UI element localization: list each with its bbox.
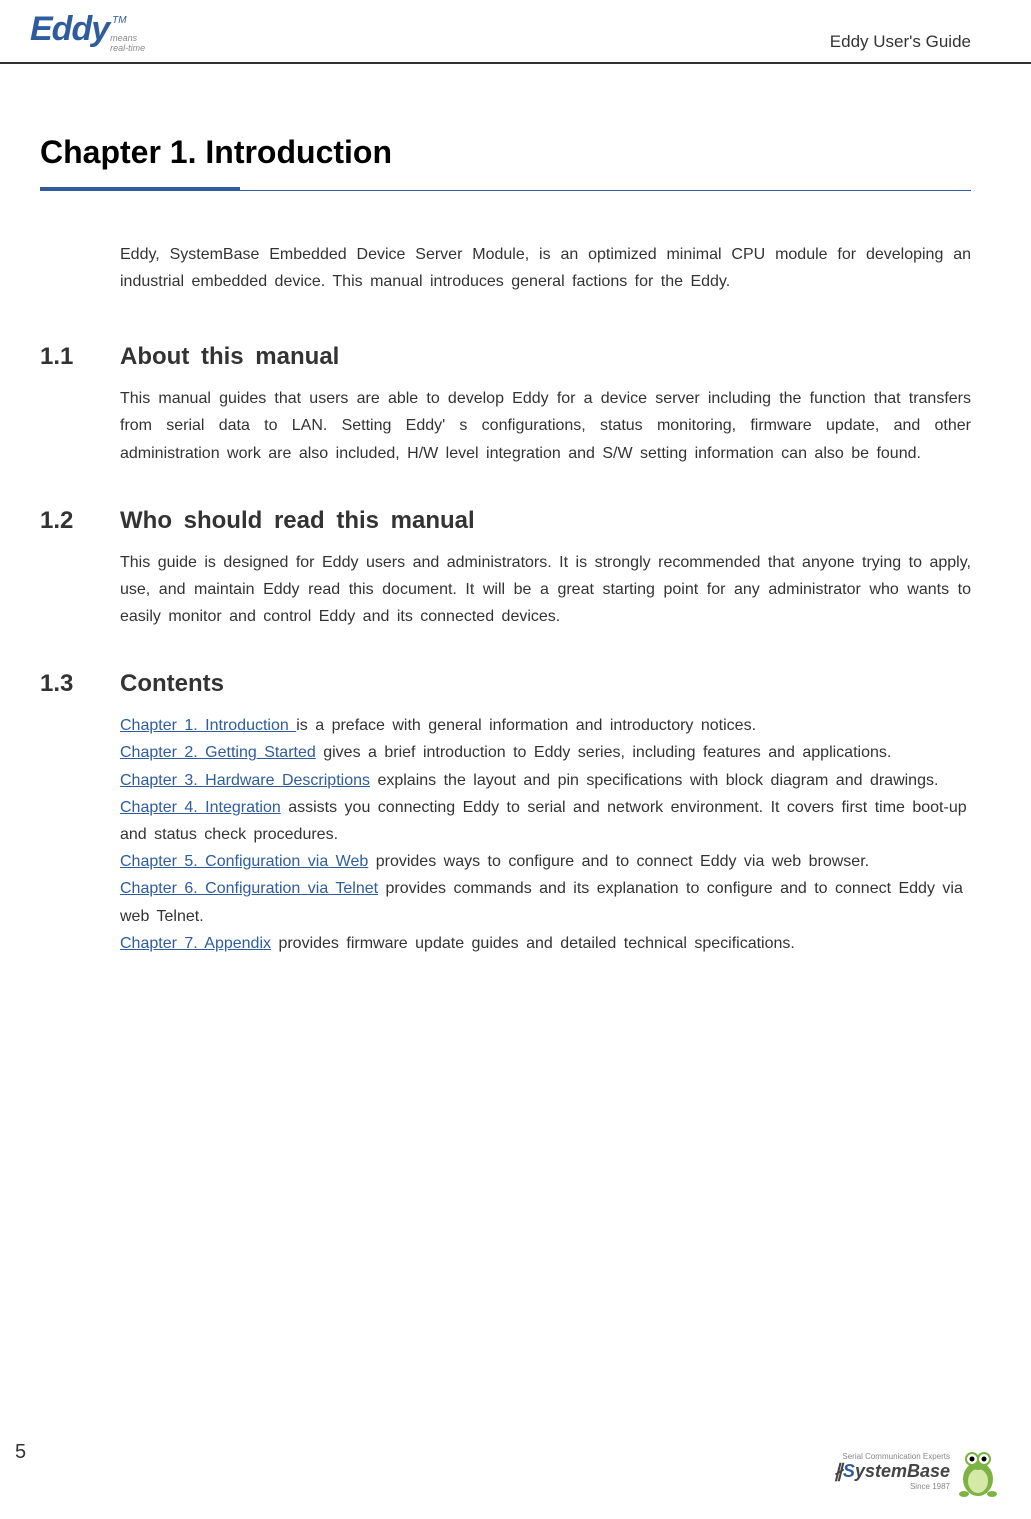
section-number: 1.3: [40, 670, 120, 698]
logo-tm: TM: [112, 15, 126, 26]
section-number: 1.1: [40, 343, 120, 371]
section-1-2-body: This guide is designed for Eddy users an…: [120, 549, 971, 631]
eddy-logo: Eddy TM means real-time: [30, 10, 145, 54]
chapter-title: Chapter 1. Introduction: [40, 134, 971, 191]
section-1-2-heading: 1.2 Who should read this manual: [40, 507, 971, 535]
footer-since: Since 1987: [834, 1482, 950, 1491]
systembase-logo-text: ∦SystemBase: [834, 1461, 950, 1482]
contents-line: Chapter 6. Configuration via Telnet prov…: [120, 875, 971, 929]
page-number: 5: [15, 1441, 26, 1464]
footer-logo: Serial Communication Experts ∦SystemBase…: [834, 1444, 1001, 1499]
chapter-2-link[interactable]: Chapter 2. Getting Started: [120, 744, 316, 761]
chapter-4-link[interactable]: Chapter 4. Integration: [120, 799, 281, 816]
header-guide-title: Eddy User's Guide: [830, 32, 971, 52]
contents-text: provides ways to configure and to connec…: [368, 853, 869, 870]
chapter-6-link[interactable]: Chapter 6. Configuration via Telnet: [120, 880, 378, 897]
logo-subtext: means real-time: [110, 34, 145, 54]
chapter-1-link[interactable]: Chapter 1. Introduction: [120, 717, 296, 734]
section-number: 1.2: [40, 507, 120, 535]
chapter-3-link[interactable]: Chapter 3. Hardware Descriptions: [120, 772, 370, 789]
contents-line: Chapter 1. Introduction is a preface wit…: [120, 712, 971, 739]
section-title: About this manual: [120, 343, 339, 371]
page-header: Eddy TM means real-time Eddy User's Guid…: [0, 0, 1031, 64]
chapter-intro: Eddy, SystemBase Embedded Device Server …: [120, 241, 971, 295]
mascot-icon: [956, 1444, 1001, 1499]
contents-line: Chapter 7. Appendix provides firmware up…: [120, 930, 971, 957]
contents-line: Chapter 3. Hardware Descriptions explain…: [120, 767, 971, 794]
contents-line: Chapter 5. Configuration via Web provide…: [120, 848, 971, 875]
section-title: Who should read this manual: [120, 507, 475, 535]
logo-main-text: Eddy: [30, 10, 109, 49]
chapter-5-link[interactable]: Chapter 5. Configuration via Web: [120, 853, 368, 870]
section-title: Contents: [120, 670, 224, 698]
contents-line: Chapter 2. Getting Started gives a brief…: [120, 739, 971, 766]
contents-text: is a preface with general information an…: [296, 717, 756, 734]
section-1-1-heading: 1.1 About this manual: [40, 343, 971, 371]
main-content: Chapter 1. Introduction Eddy, SystemBase…: [0, 64, 1031, 957]
section-1-1-body: This manual guides that users are able t…: [120, 385, 971, 467]
section-1-3-heading: 1.3 Contents: [40, 670, 971, 698]
contents-text: explains the layout and pin specificatio…: [370, 772, 938, 789]
contents-text: gives a brief introduction to Eddy serie…: [316, 744, 892, 761]
footer-tagline: Serial Communication Experts: [834, 1452, 950, 1461]
chapter-7-link[interactable]: Chapter 7. Appendix: [120, 935, 271, 952]
contents-line: Chapter 4. Integration assists you conne…: [120, 794, 971, 848]
contents-list: Chapter 1. Introduction is a preface wit…: [120, 712, 971, 957]
contents-text: provides firmware update guides and deta…: [271, 935, 795, 952]
